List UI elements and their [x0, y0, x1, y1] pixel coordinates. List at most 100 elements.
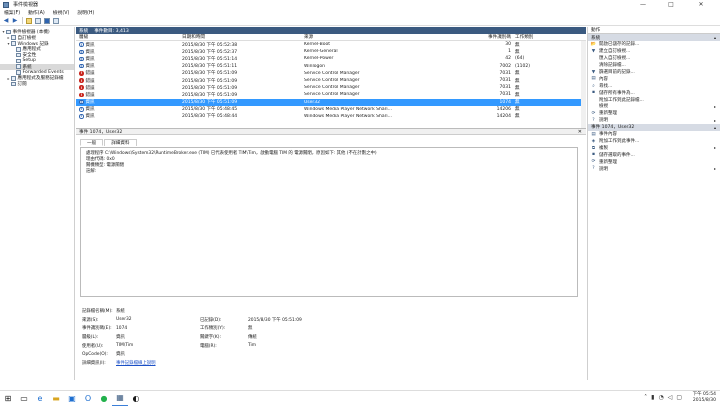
store-button[interactable]: ▣: [64, 391, 80, 406]
col-date[interactable]: 日期和時間: [182, 34, 304, 40]
tab-general[interactable]: 一般: [80, 139, 104, 146]
action-item[interactable]: ▼ 篩選目前的記錄...: [588, 69, 720, 76]
action-item[interactable]: ◈ 附加工作到此事件...: [588, 138, 720, 145]
edge-button[interactable]: e: [32, 391, 48, 406]
event-properties: 記錄檔名稱(M): 系統 來源(S): User32 已記錄(D): 2015/8/30 …: [82, 307, 580, 367]
actions-section-system[interactable]: 系統 ▴: [588, 34, 720, 41]
back-button[interactable]: ◀: [2, 17, 10, 25]
event-row[interactable]: i 資訊 2015/8/30 下午 05:51:09 User32 1074 無: [76, 98, 586, 106]
event-task: 無: [515, 85, 520, 91]
action-item[interactable]: ? 說明 ▸: [588, 165, 720, 172]
help-button[interactable]: [43, 17, 51, 25]
action-item[interactable]: ? 說明 ▸: [588, 117, 720, 124]
taskbar: ⊞ ▭ e ▬ ▣ O ● ▦ ◐ ˄ ▮ ◔ ◁ ▢ 下午 05:54 201…: [0, 390, 720, 406]
action-item[interactable]: ▤ 內容: [588, 75, 720, 82]
tree-item[interactable]: 訂閱: [0, 81, 74, 87]
menu-help[interactable]: 說明(H): [77, 9, 94, 16]
clock[interactable]: 下午 05:54 2015/8/30: [693, 392, 716, 404]
property-label: 使用者(U):: [82, 343, 104, 349]
line-icon: ●: [100, 393, 108, 403]
action-item[interactable]: 檢視 ▸: [588, 103, 720, 110]
tab-details[interactable]: 詳細資料: [104, 139, 137, 146]
action-item[interactable]: 📂 開啟已儲存的記錄...: [588, 41, 720, 48]
tree-item-label: 系統: [22, 64, 32, 70]
property-value: 傳統: [248, 335, 257, 341]
minimize-button[interactable]: —: [632, 0, 654, 9]
event-row[interactable]: i 資訊 2015/8/30 下午 05:52:38 Kernel-Boot 30 無: [76, 41, 586, 48]
close-detail-icon[interactable]: ✕: [578, 129, 582, 135]
outlook-button[interactable]: O: [80, 391, 96, 406]
help-icon: ?: [592, 117, 595, 123]
event-row[interactable]: ! 錯誤 2015/8/30 下午 05:51:09 Service Control …: [76, 77, 586, 84]
col-task[interactable]: 工作類別: [513, 34, 568, 40]
event-source: Service Control Manager: [304, 92, 360, 98]
event-row[interactable]: ! 錯誤 2015/8/30 下午 05:51:09 Service Control …: [76, 70, 586, 77]
action-label: 儲存所有事件為...: [599, 90, 635, 96]
chevron-up-icon[interactable]: ˄: [644, 394, 647, 401]
action-item[interactable]: 清除記錄檔...: [588, 62, 720, 69]
info-icon: i: [79, 114, 84, 119]
action-label: 尋找...: [599, 83, 613, 89]
task-view-button[interactable]: ▭: [16, 391, 32, 406]
action-item[interactable]: ⌕ 尋找...: [588, 82, 720, 89]
menu-action[interactable]: 動作(A): [28, 9, 45, 16]
event-id: 42: [505, 56, 511, 62]
event-viewer-icon: [3, 1, 9, 8]
action-item[interactable]: 附加工作到此記錄檔...: [588, 96, 720, 103]
menu-file[interactable]: 檔案(F): [4, 9, 20, 16]
action-item[interactable]: ⟳ 重新整理: [588, 158, 720, 165]
show-hide-tree-button[interactable]: [34, 17, 42, 25]
event-task: 無: [515, 49, 520, 55]
battery-icon[interactable]: ▮: [651, 394, 654, 401]
event-row[interactable]: ! 錯誤 2015/8/30 下午 05:51:09 Service Control …: [76, 91, 586, 98]
action-item[interactable]: ▼ 建立自訂檢視...: [588, 48, 720, 55]
property-value: User32: [116, 317, 132, 323]
action-item[interactable]: ▤ 事件內容: [588, 131, 720, 138]
event-date: 2015/8/30 下午 05:51:14: [182, 56, 238, 62]
property-label: 詳細資訊(I):: [82, 360, 106, 366]
property-row: 詳細資訊(I): 事件記錄檔線上說明: [82, 359, 580, 368]
event-list-scrollbar[interactable]: [581, 41, 586, 128]
event-row[interactable]: i 資訊 2015/8/30 下午 05:51:11 Winlogon 7002 (110…: [76, 63, 586, 70]
menu-view[interactable]: 檢視(V): [53, 9, 70, 16]
toolbar: ◀ ▶: [0, 16, 720, 26]
action-item[interactable]: ⧉ 複製 ▸: [588, 144, 720, 151]
tree-item[interactable]: ▸ 應用程式及服務記錄檔: [0, 75, 74, 82]
folder-open-icon: 📂: [590, 41, 597, 47]
event-row[interactable]: ! 錯誤 2015/8/30 下午 05:51:09 Service Control …: [76, 84, 586, 91]
action-item[interactable]: ▪ 儲存所有事件為...: [588, 89, 720, 96]
actions-section-event[interactable]: 事件 1074，User32 ▴: [588, 123, 720, 131]
action-item[interactable]: ⟳ 重新整理: [588, 110, 720, 117]
volume-icon[interactable]: ◁: [668, 394, 673, 401]
up-button[interactable]: [25, 17, 33, 25]
event-row[interactable]: i 資訊 2015/8/30 下午 05:48:45 Windows Media Pl…: [76, 106, 586, 113]
event-source: Winlogon: [304, 63, 325, 69]
property-label: 電腦(R):: [200, 343, 217, 349]
action-item[interactable]: 匯入自訂檢視...: [588, 55, 720, 62]
level-text: 資訊: [85, 49, 95, 55]
explorer-button[interactable]: ▬: [48, 391, 64, 406]
start-button[interactable]: ⊞: [0, 391, 16, 406]
event-level: i 資訊: [76, 49, 182, 55]
action-item[interactable]: ▪ 儲存選取的事件...: [588, 151, 720, 158]
maximize-button[interactable]: □: [660, 0, 682, 9]
event-viewer-taskbar-button[interactable]: ▦: [112, 391, 128, 406]
property-label: 關鍵字(K):: [200, 335, 221, 341]
event-row[interactable]: i 資訊 2015/8/30 下午 05:48:44 Windows Media Pl…: [76, 113, 586, 120]
title-bar: 事件檢視器: [0, 0, 720, 9]
event-task: (64): [515, 56, 525, 62]
app-taskbar-button[interactable]: ◐: [128, 391, 144, 406]
close-button[interactable]: ✕: [690, 0, 712, 9]
online-help-link[interactable]: 事件記錄檔線上說明: [116, 360, 200, 366]
property-row: 層級(L): 資訊 關鍵字(K): 傳統: [82, 333, 580, 342]
network-icon[interactable]: ◔: [658, 394, 663, 401]
col-event-id[interactable]: 事件識別碼: [456, 34, 513, 40]
event-row[interactable]: i 資訊 2015/8/30 下午 05:52:37 Kernel-General 1 無: [76, 48, 586, 55]
forward-button[interactable]: ▶: [11, 17, 19, 25]
line-button[interactable]: ●: [96, 391, 112, 406]
col-source[interactable]: 來源: [304, 34, 456, 40]
notification-icon[interactable]: ▢: [676, 394, 682, 401]
show-action-pane-button[interactable]: [52, 17, 60, 25]
event-row[interactable]: i 資訊 2015/8/30 下午 05:51:14 Kernel-Power 42 (6…: [76, 55, 586, 62]
col-level[interactable]: 層級: [76, 34, 182, 40]
